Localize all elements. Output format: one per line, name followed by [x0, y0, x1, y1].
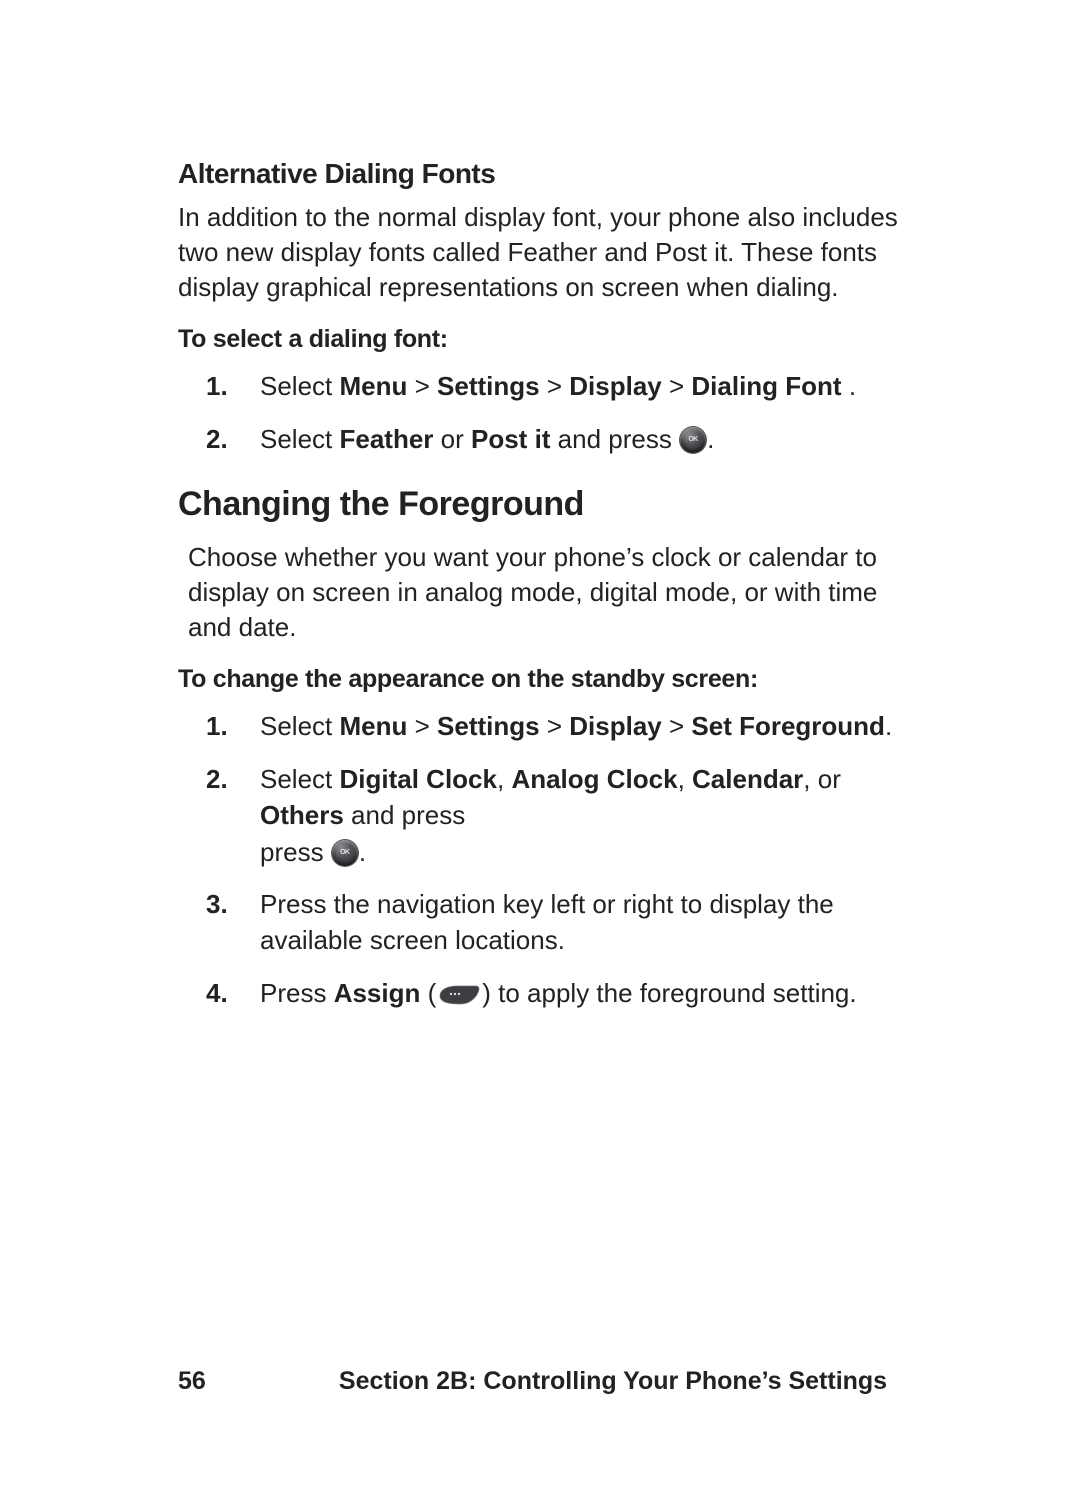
step-item: 4. Press Assign () to apply the foregrou… — [178, 975, 918, 1011]
step-item: 2. Select Digital Clock, Analog Clock, C… — [178, 761, 918, 870]
step-text: Press the navigation key left or right t… — [260, 889, 834, 955]
step-item: 1. Select Menu > Settings > Display > Se… — [178, 708, 918, 744]
step-number: 4. — [206, 975, 228, 1011]
step-text: Select Digital Clock, Analog Clock, Cale… — [260, 764, 841, 867]
step-text: Press Assign () to apply the foreground … — [260, 978, 857, 1008]
page-number: 56 — [178, 1367, 308, 1396]
step-number: 3. — [206, 886, 228, 922]
leadin-change-standby-appearance: To change the appearance on the standby … — [178, 665, 918, 694]
step-text: Select Menu > Settings > Display > Diali… — [260, 371, 856, 401]
step-number: 2. — [206, 421, 228, 457]
left-softkey-icon — [438, 984, 480, 1006]
step-number: 2. — [206, 761, 228, 797]
page-footer: 56 Section 2B: Controlling Your Phone’s … — [178, 1367, 918, 1396]
steps-change-foreground: 1. Select Menu > Settings > Display > Se… — [178, 708, 918, 1011]
step-text: Select Menu > Settings > Display > Set F… — [260, 711, 892, 741]
footer-section-title: Section 2B: Controlling Your Phone’s Set… — [308, 1367, 918, 1396]
ok-button-icon — [332, 840, 358, 866]
manual-page: Alternative Dialing Fonts In addition to… — [0, 0, 1080, 1512]
step-item: 3. Press the navigation key left or righ… — [178, 886, 918, 959]
page-content: Alternative Dialing Fonts In addition to… — [178, 158, 918, 1027]
step-number: 1. — [206, 368, 228, 404]
step-text: Select Feather or Post it and press . — [260, 424, 714, 454]
step-number: 1. — [206, 708, 228, 744]
leadin-select-dialing-font: To select a dialing font: — [178, 325, 918, 354]
subsection-heading-alt-dialing-fonts: Alternative Dialing Fonts — [178, 158, 918, 190]
step-item: 1. Select Menu > Settings > Display > Di… — [178, 368, 918, 404]
ok-button-icon — [680, 427, 706, 453]
paragraph-changing-foreground: Choose whether you want your phone’s clo… — [188, 540, 918, 645]
section-heading-changing-foreground: Changing the Foreground — [178, 485, 918, 524]
step-item: 2. Select Feather or Post it and press . — [178, 421, 918, 457]
paragraph-alt-dialing-fonts: In addition to the normal display font, … — [178, 200, 918, 305]
steps-select-dialing-font: 1. Select Menu > Settings > Display > Di… — [178, 368, 918, 457]
